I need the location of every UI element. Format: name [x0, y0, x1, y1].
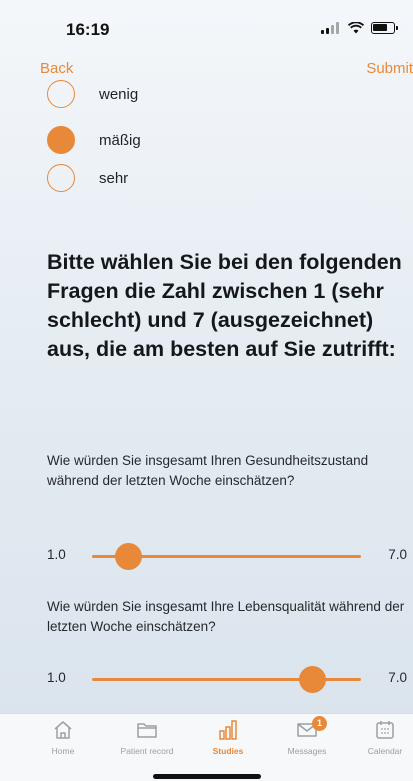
- tab-label: Patient record: [120, 746, 174, 756]
- radio-button-selected[interactable]: [47, 126, 75, 154]
- tab-label: Studies: [212, 746, 244, 756]
- question-health: Wie würden Sie insgesamt Ihren Gesundhei…: [47, 453, 369, 488]
- status-bar: 16:19: [0, 0, 413, 60]
- wifi-icon: [348, 22, 364, 34]
- option-label: sehr: [99, 169, 129, 187]
- tab-label: Calendar: [367, 746, 403, 756]
- submit-button[interactable]: Submit: [366, 60, 413, 77]
- home-indicator: [153, 774, 261, 779]
- slider-health[interactable]: 1.0 7.0: [47, 541, 407, 571]
- option-label: wenig: [99, 85, 139, 103]
- radio-button[interactable]: [47, 164, 75, 192]
- tab-home[interactable]: Home: [28, 718, 98, 756]
- option-label: mäßig: [99, 131, 141, 149]
- calendar-icon: [376, 721, 394, 739]
- home-icon: [54, 721, 72, 739]
- option-wenig[interactable]: wenig: [47, 80, 138, 108]
- slider-thumb[interactable]: [298, 666, 326, 693]
- slider-thumb[interactable]: [114, 543, 142, 570]
- bar-chart-icon: [219, 720, 237, 740]
- folder-icon: [137, 723, 157, 738]
- option-massig[interactable]: mäßig: [47, 126, 141, 154]
- status-icons: [321, 22, 398, 34]
- tab-label: Messages: [287, 746, 327, 756]
- option-sehr[interactable]: sehr: [47, 164, 128, 192]
- tab-label: Home: [51, 746, 75, 756]
- tab-studies[interactable]: Studies: [193, 718, 263, 756]
- question-quality-of-life: Wie würden Sie insgesamt Ihre Lebensqual…: [47, 599, 405, 634]
- screen: 16:19 Back Submit wenig mäßig sehr Bitte…: [0, 0, 413, 781]
- tab-bar: Home Patient record Studies 1 Messages C…: [0, 713, 413, 781]
- slider-max-label: 7.0: [388, 547, 407, 562]
- slider-min-label: 1.0: [47, 670, 66, 685]
- instruction-heading: Bitte wählen Sie bei den folgenden Frage…: [47, 250, 402, 361]
- tab-calendar[interactable]: Calendar: [350, 718, 413, 756]
- battery-icon: [371, 22, 398, 34]
- slider-min-label: 1.0: [47, 547, 66, 562]
- tab-messages[interactable]: 1 Messages: [272, 716, 342, 756]
- tab-patient-record[interactable]: Patient record: [112, 718, 182, 756]
- radio-button[interactable]: [47, 80, 75, 108]
- signal-icon: [321, 22, 341, 34]
- unread-badge: 1: [312, 716, 327, 731]
- slider-quality-of-life[interactable]: 1.0 7.0: [47, 664, 407, 694]
- slider-max-label: 7.0: [388, 670, 407, 685]
- status-time: 16:19: [66, 20, 110, 39]
- back-button[interactable]: Back: [40, 60, 73, 77]
